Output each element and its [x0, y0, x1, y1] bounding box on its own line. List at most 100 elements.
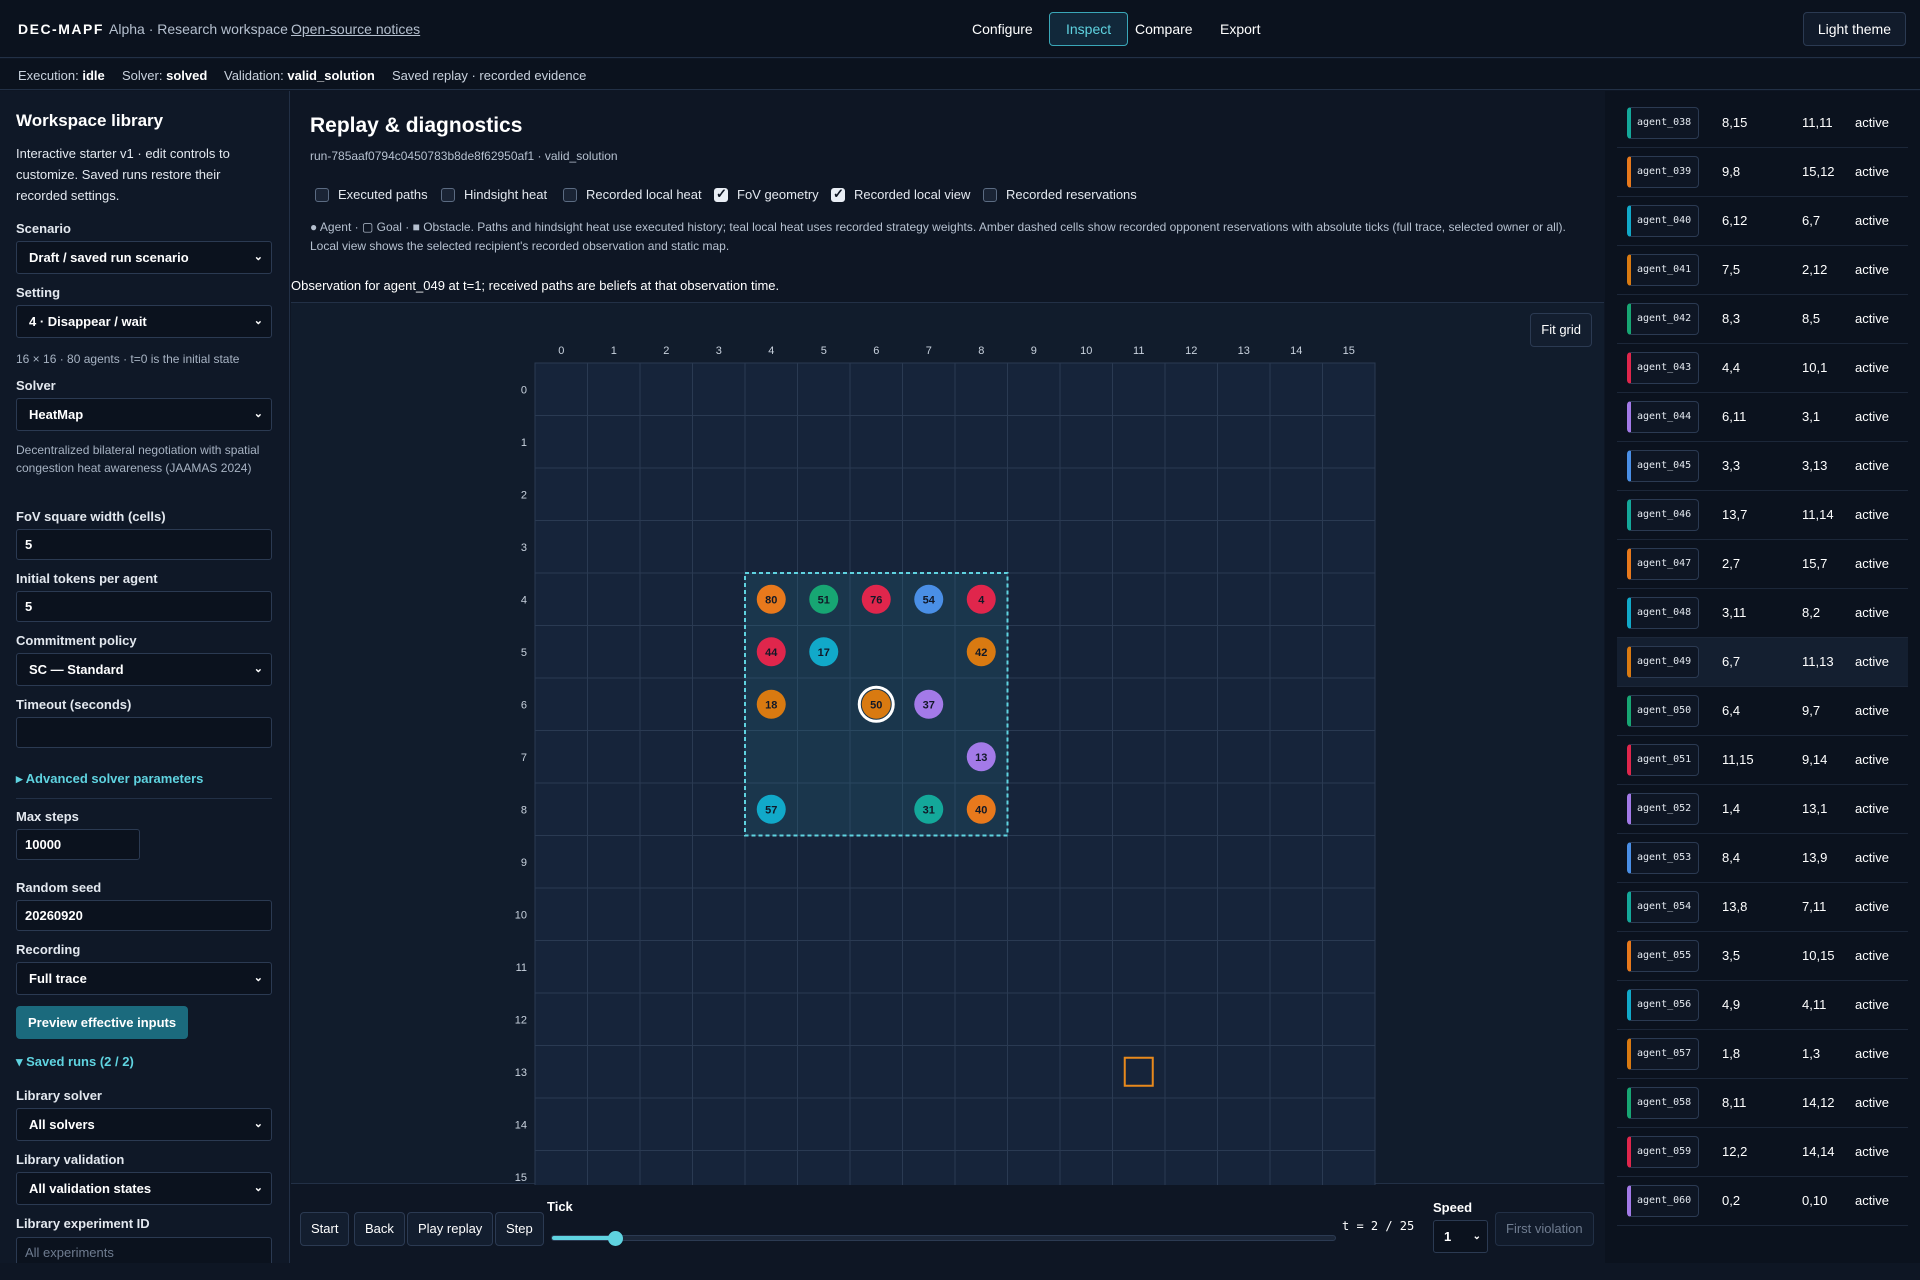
- agent-row[interactable]: agent_039 9,8 15,12 active: [1617, 148, 1908, 197]
- agent-id-label: 4: [978, 594, 985, 606]
- agent-row[interactable]: agent_041 7,5 2,12 active: [1617, 246, 1908, 295]
- tick-slider[interactable]: [551, 1231, 1336, 1246]
- agent-id-chip[interactable]: agent_060: [1627, 1185, 1699, 1217]
- agent-row[interactable]: agent_054 13,8 7,11 active: [1617, 883, 1908, 932]
- nav-export[interactable]: Export: [1203, 12, 1277, 46]
- tick-slider-handle[interactable]: [607, 1231, 623, 1246]
- nav-configure[interactable]: Configure: [955, 12, 1050, 46]
- agent-id-chip[interactable]: agent_055: [1627, 940, 1699, 972]
- agent-id-chip[interactable]: agent_041: [1627, 254, 1699, 286]
- tick-slider-fill: [552, 1236, 615, 1240]
- agent-id-chip[interactable]: agent_044: [1627, 401, 1699, 433]
- light-theme-button[interactable]: Light theme: [1802, 12, 1906, 46]
- agent-row[interactable]: agent_045 3,3 3,13 active: [1617, 442, 1908, 491]
- agent-id-chip[interactable]: agent_056: [1627, 989, 1699, 1021]
- agent-id-chip[interactable]: agent_053: [1627, 842, 1699, 874]
- checkbox[interactable]: [983, 188, 997, 202]
- fov-width-label: FoV square width (cells): [16, 509, 166, 524]
- tokens-input[interactable]: 5: [16, 591, 272, 622]
- nav-compare[interactable]: Compare: [1118, 12, 1210, 46]
- back-button[interactable]: Back: [354, 1212, 405, 1246]
- agent-id-chip[interactable]: agent_050: [1627, 695, 1699, 727]
- agent-row[interactable]: agent_042 8,3 8,5 active: [1617, 295, 1908, 344]
- agent-id-chip[interactable]: agent_058: [1627, 1087, 1699, 1119]
- advanced-parameters-toggle[interactable]: ▸ Advanced solver parameters: [16, 771, 203, 787]
- agent-row[interactable]: agent_043 4,4 10,1 active: [1617, 344, 1908, 393]
- agent-row[interactable]: agent_038 8,15 11,11 active: [1617, 99, 1908, 148]
- agent-id-chip[interactable]: agent_040: [1627, 205, 1699, 237]
- agent-row[interactable]: agent_059 12,2 14,14 active: [1617, 1128, 1908, 1177]
- checkbox[interactable]: [563, 188, 577, 202]
- grid-viewport[interactable]: Fit grid 0 1 2 3 4 5 6 7 8 9 10 11 12 13 14 15 0 1 2 3 4 5 6 7 8…: [291, 302, 1604, 1204]
- fov-width-input[interactable]: 5: [16, 529, 272, 560]
- agent-id-chip[interactable]: agent_048: [1627, 597, 1699, 629]
- max-steps-input[interactable]: 10000: [16, 829, 140, 860]
- agent-id-chip[interactable]: agent_043: [1627, 352, 1699, 384]
- chevron-down-icon: ⌄: [253, 1118, 263, 1130]
- setting-select[interactable]: 4 · Disappear / wait ⌄: [16, 305, 272, 338]
- agent-id-chip[interactable]: agent_047: [1627, 548, 1699, 580]
- agent-row[interactable]: agent_040 6,12 6,7 active: [1617, 197, 1908, 246]
- library-experiment-input[interactable]: All experiments: [16, 1237, 272, 1263]
- play-replay-button[interactable]: Play replay: [407, 1212, 494, 1246]
- agent-status: active: [1855, 115, 1889, 130]
- agent-id-chip[interactable]: agent_049: [1627, 646, 1699, 678]
- nav-inspect[interactable]: Inspect: [1049, 12, 1129, 46]
- agent-row[interactable]: agent_060 0,2 0,10 active: [1617, 1177, 1908, 1226]
- saved-runs-toggle[interactable]: ▾ Saved runs (2 / 2): [16, 1054, 134, 1070]
- speed-label: Speed: [1433, 1200, 1473, 1215]
- first-violation-button[interactable]: First violation: [1495, 1212, 1594, 1246]
- recording-select[interactable]: Full trace ⌄: [16, 962, 272, 995]
- column-index-label: 10: [1080, 345, 1092, 357]
- commitment-select[interactable]: SC — Standard ⌄: [16, 653, 272, 686]
- scenario-select[interactable]: Draft / saved run scenario ⌄: [16, 241, 272, 274]
- checkbox-checked[interactable]: [831, 186, 845, 202]
- open-source-notices-link[interactable]: Open-source notices: [291, 21, 420, 37]
- agent-id-chip[interactable]: agent_051: [1627, 744, 1699, 776]
- mapf-grid[interactable]: 0 1 2 3 4 5 6 7 8 9 10 11 12 13 14 15012345678910111213…: [291, 303, 1604, 1204]
- agent-goal: 1,3: [1802, 1046, 1821, 1061]
- agent-id-chip[interactable]: agent_042: [1627, 303, 1699, 335]
- agent-id-chip[interactable]: agent_039: [1627, 156, 1699, 188]
- agent-id-chip[interactable]: agent_052: [1627, 793, 1699, 825]
- agent-id-chip[interactable]: agent_038: [1627, 107, 1699, 139]
- checkbox-checked[interactable]: [714, 186, 728, 202]
- agent-table[interactable]: agent_038 8,15 11,11 active agent_039 9,8 15,1…: [1605, 91, 1920, 1263]
- agent-row[interactable]: agent_057 1,8 1,3 active: [1617, 1030, 1908, 1079]
- agent-position: 6,11: [1722, 409, 1747, 424]
- agent-row[interactable]: agent_055 3,5 10,15 active: [1617, 932, 1908, 981]
- checkbox[interactable]: [441, 188, 455, 202]
- agent-id-chip[interactable]: agent_046: [1627, 499, 1699, 531]
- checkbox[interactable]: [315, 188, 329, 202]
- solver-select[interactable]: HeatMap ⌄: [16, 398, 272, 431]
- timeout-input[interactable]: [16, 717, 272, 748]
- chevron-down-icon: ⌄: [253, 315, 263, 327]
- agent-id-chip[interactable]: agent_054: [1627, 891, 1699, 923]
- step-button[interactable]: Step: [495, 1212, 544, 1246]
- agent-id-chip[interactable]: agent_045: [1627, 450, 1699, 482]
- agent-row[interactable]: agent_049 6,7 11,13 active: [1617, 638, 1908, 687]
- agent-row[interactable]: agent_044 6,11 3,1 active: [1617, 393, 1908, 442]
- speed-select[interactable]: 1 ⌄: [1433, 1220, 1488, 1253]
- agent-row[interactable]: agent_048 3,11 8,2 active: [1617, 589, 1908, 638]
- replay-panel: Replay & diagnostics run-785aaf0794c0450…: [291, 91, 1604, 1263]
- agent-row[interactable]: agent_046 13,7 11,14 active: [1617, 491, 1908, 540]
- seed-input[interactable]: 20260920: [16, 900, 272, 931]
- preview-inputs-button[interactable]: Preview effective inputs: [16, 1006, 189, 1039]
- fit-grid-button[interactable]: Fit grid: [1530, 313, 1592, 347]
- agent-row[interactable]: agent_051 11,15 9,14 active: [1617, 736, 1908, 785]
- agent-row[interactable]: agent_052 1,4 13,1 active: [1617, 785, 1908, 834]
- agent-id-chip[interactable]: agent_057: [1627, 1038, 1699, 1070]
- library-solver-select[interactable]: All solvers ⌄: [16, 1108, 272, 1141]
- agent-row[interactable]: agent_056 4,9 4,11 active: [1617, 981, 1908, 1030]
- agent-status: active: [1855, 262, 1889, 277]
- library-validation-select[interactable]: All validation states ⌄: [16, 1172, 272, 1205]
- agent-id-chip[interactable]: agent_059: [1627, 1136, 1699, 1168]
- agent-row[interactable]: agent_058 8,11 14,12 active: [1617, 1079, 1908, 1128]
- start-button[interactable]: Start: [300, 1212, 350, 1246]
- agent-row[interactable]: agent_050 6,4 9,7 active: [1617, 687, 1908, 736]
- agent-row[interactable]: agent_047 2,7 15,7 active: [1617, 540, 1908, 589]
- agent-id-label: 17: [818, 647, 830, 659]
- agent-row[interactable]: agent_053 8,4 13,9 active: [1617, 834, 1908, 883]
- agent-position: 2,7: [1722, 556, 1741, 571]
